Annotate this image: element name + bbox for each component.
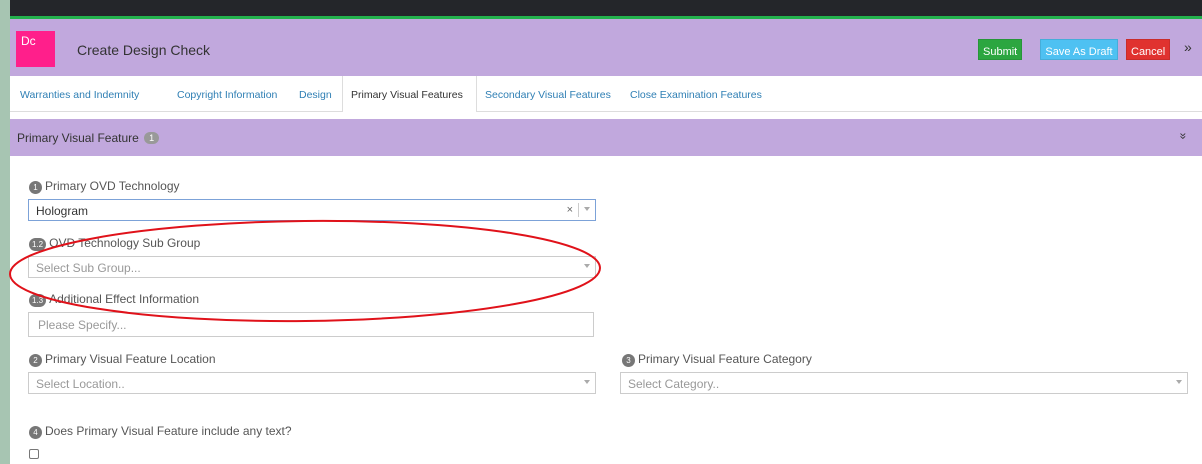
- chevron-down-icon: [584, 380, 590, 384]
- page-title: Create Design Check: [77, 42, 211, 58]
- location-select[interactable]: Select Location..: [28, 372, 596, 394]
- field-number-badge: 1.3: [29, 294, 47, 307]
- location-label: 2 Primary Visual Feature Location: [29, 352, 216, 367]
- tab-secondary-visual-features[interactable]: Secondary Visual Features: [477, 76, 622, 112]
- field-number-badge: 1.2: [29, 238, 47, 251]
- save-as-draft-button[interactable]: Save As Draft: [1040, 39, 1118, 60]
- tab-primary-visual-features[interactable]: Primary Visual Features: [342, 76, 477, 112]
- tab-bar: Warranties and Indemnity Copyright Infor…: [10, 76, 1202, 112]
- field-number-badge: 3: [622, 354, 635, 367]
- category-placeholder: Select Category..: [628, 377, 720, 391]
- collapse-chevron-icon[interactable]: »: [1176, 129, 1190, 143]
- field-number-badge: 4: [29, 426, 42, 439]
- chevron-down-icon: [584, 264, 590, 268]
- includes-text-checkbox[interactable]: [29, 449, 39, 459]
- ovd-technology-label-text: Primary OVD Technology: [45, 179, 180, 193]
- category-label: 3 Primary Visual Feature Category: [622, 352, 812, 367]
- collapse-glyph: »: [1176, 132, 1191, 140]
- left-rail: [0, 0, 10, 464]
- cancel-button[interactable]: Cancel: [1126, 39, 1170, 60]
- location-placeholder: Select Location..: [36, 377, 125, 391]
- section-count-badge: 1: [144, 132, 160, 144]
- additional-effect-label-text: Additional Effect Information: [49, 292, 199, 306]
- includes-text-label-text: Does Primary Visual Feature include any …: [45, 424, 292, 438]
- ovd-technology-select[interactable]: Hologram ×: [28, 199, 596, 221]
- ovd-technology-label: 1 Primary OVD Technology: [29, 179, 180, 194]
- includes-text-label: 4 Does Primary Visual Feature include any…: [29, 424, 292, 439]
- sub-group-placeholder: Select Sub Group...: [36, 261, 141, 275]
- field-number-badge: 2: [29, 354, 42, 367]
- location-label-text: Primary Visual Feature Location: [45, 352, 216, 366]
- tab-design[interactable]: Design: [291, 76, 342, 112]
- section-title-text: Primary Visual Feature: [17, 131, 139, 145]
- sub-group-label-text: OVD Technology Sub Group: [49, 236, 201, 250]
- tab-warranties-and-indemnity[interactable]: Warranties and Indemnity: [10, 76, 167, 112]
- ovd-technology-value: Hologram: [36, 204, 89, 218]
- category-select[interactable]: Select Category..: [620, 372, 1188, 394]
- additional-effect-label: 1.3 Additional Effect Information: [29, 292, 199, 307]
- additional-effect-input[interactable]: [28, 312, 594, 337]
- select-separator: [578, 203, 579, 217]
- tab-copyright-information[interactable]: Copyright Information: [169, 76, 291, 112]
- field-number-badge: 1: [29, 181, 42, 194]
- submit-button[interactable]: Submit: [978, 39, 1022, 60]
- tab-close-examination-features[interactable]: Close Examination Features: [622, 76, 772, 112]
- clear-icon[interactable]: ×: [567, 204, 573, 216]
- chevron-down-icon: [584, 207, 590, 211]
- page-header: Dc Create Design Check Submit Save As Dr…: [10, 19, 1202, 76]
- app-logo: Dc: [16, 31, 55, 67]
- category-label-text: Primary Visual Feature Category: [638, 352, 812, 366]
- chevron-down-icon: [1176, 380, 1182, 384]
- app-logo-text: Dc: [21, 34, 36, 48]
- section-header[interactable]: Primary Visual Feature 1 »: [10, 119, 1202, 156]
- top-bar: [10, 0, 1202, 19]
- chevron-double-right-icon[interactable]: »: [1184, 39, 1192, 55]
- section-title: Primary Visual Feature 1: [17, 131, 160, 145]
- sub-group-select[interactable]: Select Sub Group...: [28, 256, 596, 278]
- sub-group-label: 1.2 OVD Technology Sub Group: [29, 236, 200, 251]
